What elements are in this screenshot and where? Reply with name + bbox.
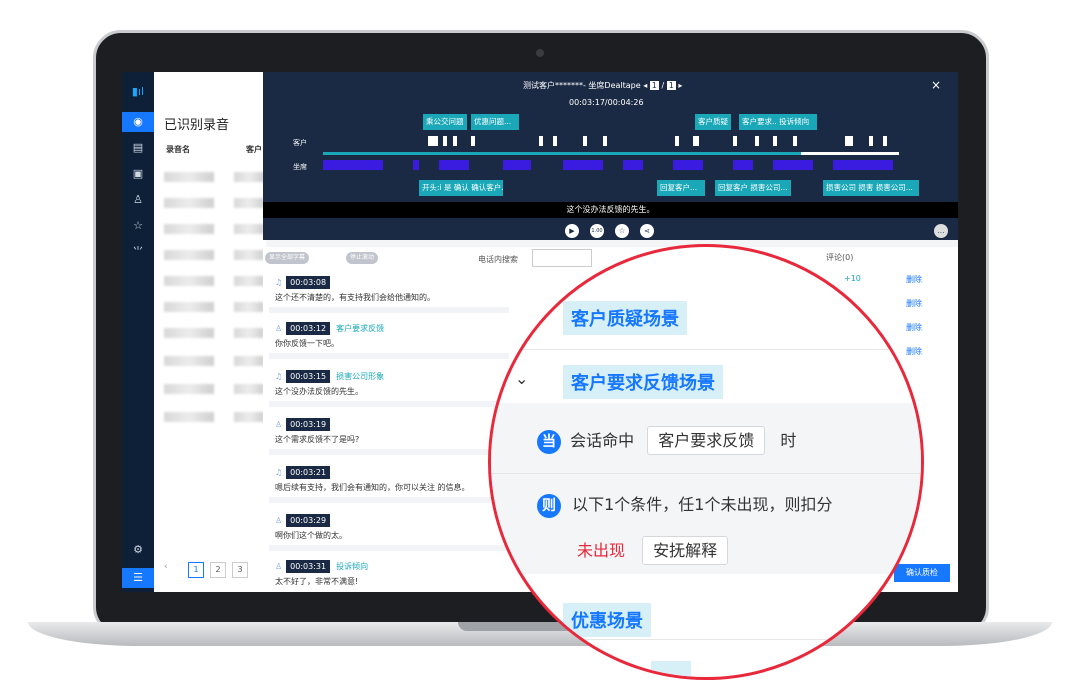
header-name: 录音名 — [166, 145, 190, 154]
absent-condition-tag: 安抚解释 — [642, 536, 729, 565]
camera-dot — [536, 49, 544, 57]
mic-icon[interactable]: ◉ — [122, 112, 154, 132]
delete-link[interactable]: 删除 — [906, 298, 922, 309]
chart-icon[interactable]: ⺌ — [122, 242, 154, 262]
list-title: 已识别录音 — [164, 118, 230, 133]
toggle-all-subtitles[interactable]: 显示全部字幕 — [265, 252, 310, 264]
score-plus: +10 — [844, 274, 861, 283]
chip-bottom[interactable]: 开头:i 是 确认 确认客户... — [419, 180, 503, 196]
search-label: 电话内搜索 — [478, 255, 518, 264]
recording-list: 已识别录音 录音名 客户 ‹ — [154, 72, 266, 592]
list-item: ♙ 00:03:12 客户要求反馈 你你反馈一下吧。 — [269, 316, 509, 359]
comments-tab[interactable]: 评论(0) — [826, 252, 853, 263]
then-row: 则 以下1个条件，任1个未出现，则扣分 — [537, 491, 832, 518]
play-time: 00:03:17/00:04:26 — [569, 98, 644, 107]
scene-customer-doubt[interactable]: 客户质疑场景 — [563, 301, 687, 335]
close-icon[interactable]: × — [931, 78, 941, 92]
pager-prev[interactable]: ‹ — [164, 562, 168, 572]
share-icon[interactable]: ⋖ — [640, 224, 654, 238]
when-icon: 当 — [537, 430, 561, 454]
speed-button[interactable]: 1.00 — [590, 224, 604, 238]
page-3[interactable]: 3 — [232, 562, 248, 578]
more-icon[interactable]: … — [934, 224, 948, 238]
list-item: ♫ 00:03:08 这个还不清楚的，有支持我们会给他通知的。 — [269, 270, 509, 313]
list-item: ♫ 00:03:21 嗯后续有支持，我们会有通知的，你可以关注 的信息。 — [269, 460, 509, 503]
toggle-stop-scroll[interactable]: 停止滚动 — [346, 252, 379, 264]
list-item: ♙ 00:03:31 投诉倾向 太不好了，非常不满意! — [269, 554, 509, 591]
list-item: ♙ 00:03:19 这个需求反馈不了是吗? — [269, 412, 509, 455]
zoom-magnifier: 客户质疑场景 ⌄ 客户要求反馈场景 当 会话命中 客户要求反馈 时 则 以下1个… — [488, 244, 924, 680]
list-icon[interactable]: ☰ — [122, 568, 154, 588]
doc-icon[interactable]: ▤ — [122, 138, 154, 158]
chip-bottom[interactable]: 回复客户... — [657, 180, 705, 196]
row-agent: 坐席 — [293, 163, 307, 171]
list-item: ♫ 00:03:15 损害公司形象 这个没办法反馈的先生。 — [269, 364, 509, 407]
delete-link[interactable]: 删除 — [906, 274, 922, 285]
when-row: 当 会话命中 客户要求反馈 时 — [537, 426, 796, 455]
users-icon[interactable]: ♙ — [122, 190, 154, 210]
then-icon: 则 — [537, 494, 561, 518]
page-1[interactable]: 1 — [188, 562, 204, 578]
chip-top[interactable]: 优惠问题... — [471, 114, 519, 130]
chip-bottom[interactable]: 回复客户 损害公司... — [715, 180, 791, 196]
star-icon[interactable]: ☆ — [615, 224, 629, 238]
row-customer: 客户 — [293, 139, 307, 147]
left-nav: ▮ıl ◉ ▤ ▣ ♙ ☆ ⺌ ⚙ ☰ — [122, 72, 154, 592]
scene-customer-feedback[interactable]: 客户要求反馈场景 — [563, 365, 723, 399]
scene-discount[interactable]: 优惠场景 — [563, 603, 651, 637]
delete-link[interactable]: 删除 — [906, 322, 922, 333]
page-2[interactable]: 2 — [210, 562, 226, 578]
chip-top[interactable]: 乘公交问题 — [423, 114, 467, 130]
when-condition-tag: 客户要求反馈 — [647, 426, 766, 455]
search-input[interactable] — [532, 249, 592, 267]
player-title: 测试客户*******- 坐席Dealtape ◂ 1 / 1 ▸ — [523, 81, 683, 90]
star-icon[interactable]: ☆ — [122, 216, 154, 236]
list-item: ♙ 00:03:29 啊你们这个做的太。 — [269, 508, 509, 551]
subtitle-bar: 这个没办法反馈的先生。 — [263, 202, 958, 218]
chevron-down-icon[interactable]: ⌄ — [515, 369, 528, 388]
play-icon[interactable]: ▶ — [565, 224, 579, 238]
absent-row: 未出现 安抚解释 — [577, 536, 729, 565]
delete-link[interactable]: 删除 — [906, 346, 922, 357]
chip-bottom[interactable]: 损害公司 损害 损害公司... — [823, 180, 919, 196]
logo-icon: ▮ıl — [131, 85, 145, 98]
gear-icon[interactable]: ⚙ — [122, 540, 154, 560]
chip-top[interactable]: 客户要求.. 投诉倾向 — [739, 114, 817, 130]
header-customer: 客户 — [246, 145, 262, 154]
calendar-icon[interactable]: ▣ — [122, 164, 154, 184]
chip-top[interactable]: 客户质疑 — [695, 114, 731, 130]
